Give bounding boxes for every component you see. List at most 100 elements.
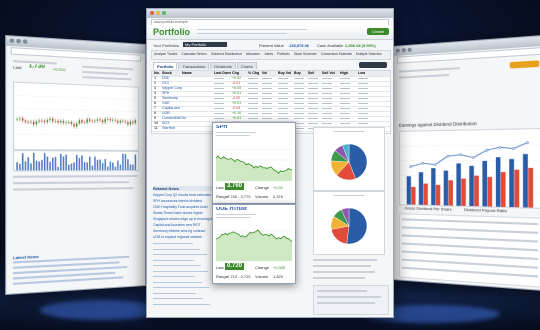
candle [62,121,65,123]
news-item[interactable]: UOB to expand regional network [153,235,217,239]
left-price-chart[interactable] [12,81,140,151]
tab-portfolio[interactable]: Portfolio [153,62,178,69]
stock-popup-oue[interactable]: OUE HTrust Last 0.720 Change +0.005 Rang… [212,204,296,284]
allocation-pie-panel-1[interactable] [313,127,385,191]
stock-popup-sph[interactable]: SPH Last 3.760 Change +0.01 Range 3.740 … [212,122,296,204]
ratio-point [447,155,449,157]
intraday-chart [216,149,292,181]
news-item[interactable]: OUE Hospitality Trust acquires hotel [153,205,217,209]
ratio-point [499,146,501,148]
candle [19,118,21,119]
toolbar-button[interactable]: Stock Screener [294,52,317,57]
cell-value-placeholder [214,113,224,114]
bar-series-b [528,167,534,208]
cell-value-placeholder [214,103,224,104]
volume-bar [91,165,94,171]
cell-value-placeholder [278,93,288,94]
cell-value-placeholder [340,83,350,84]
cell-value-placeholder [294,88,304,89]
cell-value-placeholder [308,123,318,124]
right-browser-window: Earnings against Dividend Distribution G… [392,34,540,292]
toolbar-button[interactable]: Analyse Trades [154,52,177,57]
create-button[interactable]: Create [367,28,389,35]
candle [104,118,106,123]
popup-change: +0.005 [273,265,286,270]
popup-last: 0.720 [225,263,245,270]
bar-series-a [456,163,461,206]
volume-bar [52,157,54,171]
ratio-point [459,154,461,156]
cell-value-placeholder [262,113,272,114]
bar-series-a [443,170,449,206]
volume-bar [57,166,59,171]
toolbar-button[interactable]: Multiple Selection [356,52,383,57]
news-item[interactable]: SPH announces interim dividend [153,199,217,203]
ratio-point [512,147,514,149]
cell-value-placeholder [322,93,332,94]
left-browser-window: Last 1.730 +0.010 Latest News [5,34,147,296]
volume-bar [70,163,73,171]
portfolio-selector[interactable]: My Portfolio [183,42,227,47]
news-item[interactable]: Keppel Corp Q2 results beat estimates [153,193,217,197]
tab-charts[interactable]: Charts [236,62,257,69]
allocation-pie-panel-2[interactable] [313,191,385,255]
right-dividend-chart[interactable] [398,127,540,209]
news-item[interactable]: Singapore shares edge up in morning trad… [153,217,217,221]
popup-last: 3.760 [225,183,245,190]
cash-value: 2,856.08 (5.50%) [345,43,376,48]
volume-bar [21,153,24,171]
volume-bar [104,158,106,171]
page-title: Portfolio [153,27,190,37]
candle [117,120,119,123]
toolbar-button[interactable]: Allocation [246,52,261,57]
news-item[interactable]: CapitaLand launches new REIT [153,223,217,227]
ratio-point [526,141,528,143]
cell-value-placeholder [358,103,368,104]
cell-value-placeholder [322,83,332,84]
news-item[interactable]: Straits Times Index closes higher [153,211,217,215]
cell-value-placeholder [248,88,258,89]
candle [119,120,122,123]
popup-change-label: Change [255,185,270,190]
settings-dropdown[interactable] [359,62,387,68]
pie-slice [346,207,368,245]
cell-value-placeholder [294,108,304,109]
tab-dividends[interactable]: Dividends [210,62,236,69]
cell-value-placeholder [358,118,368,119]
right-action-button[interactable] [509,60,540,69]
candle [57,120,59,123]
toolbar-button[interactable]: Dividend Distribution [211,52,242,57]
news-title: Related News [153,186,213,191]
row-stock-link[interactable]: StarHub [162,126,175,131]
news-item[interactable]: Sembcorp Marine wins rig contract [153,229,217,233]
volume-bar [19,163,21,171]
legend-item-0: Gross Dividend Per Share [404,205,452,212]
legend-item-1: Dividend Payout Ratio [463,206,507,214]
volume-bar [38,161,40,171]
tab-transactions[interactable]: Transactions [178,62,210,69]
volume-bar [124,154,127,171]
cell-value-placeholder [262,98,272,99]
volume-bar [62,156,65,171]
volume-bar [75,154,78,171]
volume-bar [127,159,129,171]
volume-bar [94,156,96,171]
cell-value-placeholder [278,88,288,89]
popup-ticker: SPH [216,125,228,130]
volume-bar [24,161,27,171]
toolbar-button[interactable]: Alerts [264,52,273,57]
cell-value-placeholder [340,108,350,109]
left-volume-chart [12,150,140,172]
candle [86,119,88,123]
toolbar-button[interactable]: Portfolio [277,52,289,57]
volume-bar [41,159,43,171]
cell-value-placeholder [262,78,272,79]
popup-last-label: Last [216,185,224,190]
toolbar-button[interactable]: Calculate Return [181,52,206,57]
volume-bar [78,158,81,171]
toolbar-button[interactable]: Consensus Estimate [321,52,352,57]
popup-volume-label: Volume [255,194,269,199]
present-value: 135,879.06 [289,43,310,48]
present-value-label: Present Value [259,43,284,48]
candle [21,118,24,121]
